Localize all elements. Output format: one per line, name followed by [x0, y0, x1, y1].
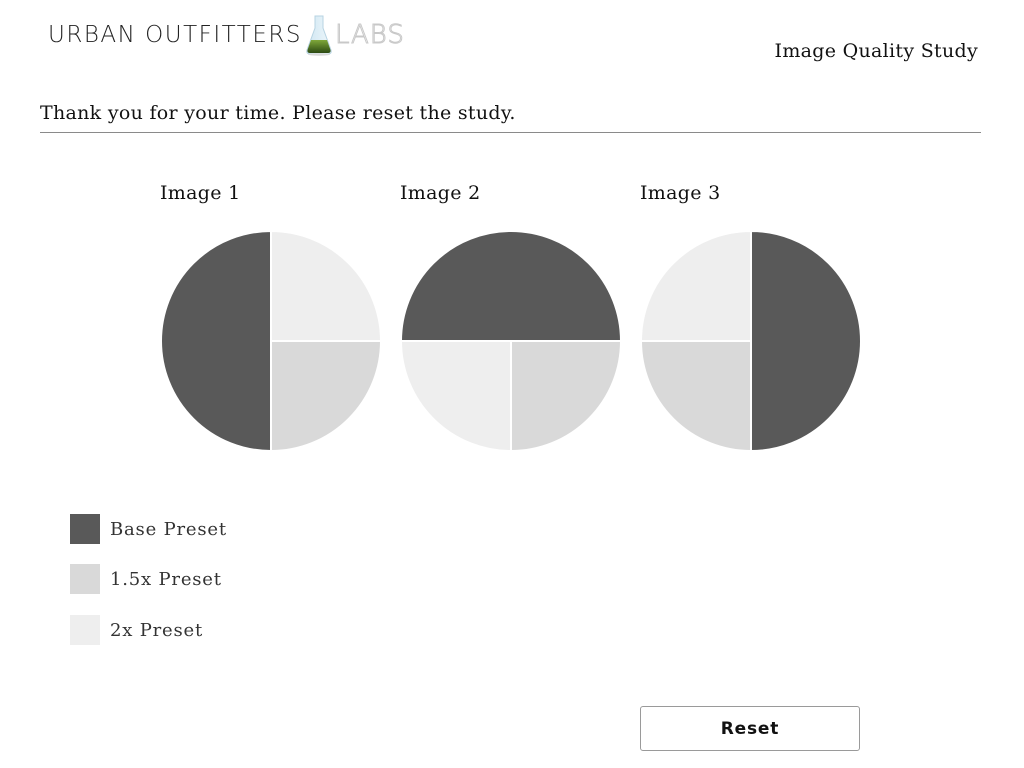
pie-chart-image-2: Image 2: [400, 182, 622, 456]
logo-labs-text: LABS: [334, 20, 405, 51]
header: URBAN OUTFITTERS LABS Image Quality Stud…: [0, 0, 1024, 80]
pie-slice-base-preset: [750, 230, 862, 452]
legend-label: Base Preset: [110, 518, 227, 540]
pie-chart-image-1: Image 1: [160, 182, 382, 456]
legend-item-1-5x-preset: 1.5x Preset: [70, 564, 222, 594]
chart-title: Image 3: [640, 182, 721, 204]
chart-title: Image 2: [400, 182, 481, 204]
pie-slice-2x-preset: [270, 230, 382, 342]
divider: [40, 132, 981, 133]
pie-slice-1-5x-preset: [640, 340, 752, 452]
pie-slice-1-5x-preset: [270, 340, 382, 452]
pie-chart-image-3: Image 3: [640, 182, 862, 456]
pie-slice-base-preset: [160, 230, 272, 452]
legend-swatch: [70, 615, 100, 645]
pie-slice-1-5x-preset: [510, 340, 622, 452]
legend-item-base-preset: Base Preset: [70, 514, 227, 544]
chart-title: Image 1: [160, 182, 241, 204]
legend-swatch: [70, 564, 100, 594]
flask-icon: [306, 15, 332, 56]
legend-label: 1.5x Preset: [110, 568, 222, 590]
pie-slice-2x-preset: [640, 230, 752, 342]
app-title: Image Quality Study: [774, 40, 978, 62]
legend-label: 2x Preset: [110, 619, 204, 641]
pie-chart-svg: [400, 230, 622, 452]
legend-swatch: [70, 514, 100, 544]
legend-item-2x-preset: 2x Preset: [70, 615, 203, 645]
pie-chart-svg: [640, 230, 862, 452]
completion-message: Thank you for your time. Please reset th…: [40, 102, 516, 124]
reset-button[interactable]: Reset: [640, 706, 860, 751]
pie-chart-svg: [160, 230, 382, 452]
logo-brand-text: URBAN OUTFITTERS: [48, 22, 302, 48]
pie-slice-2x-preset: [400, 340, 512, 452]
pie-slice-base-preset: [400, 230, 622, 342]
urban-outfitters-labs-logo: URBAN OUTFITTERS LABS: [48, 14, 405, 56]
